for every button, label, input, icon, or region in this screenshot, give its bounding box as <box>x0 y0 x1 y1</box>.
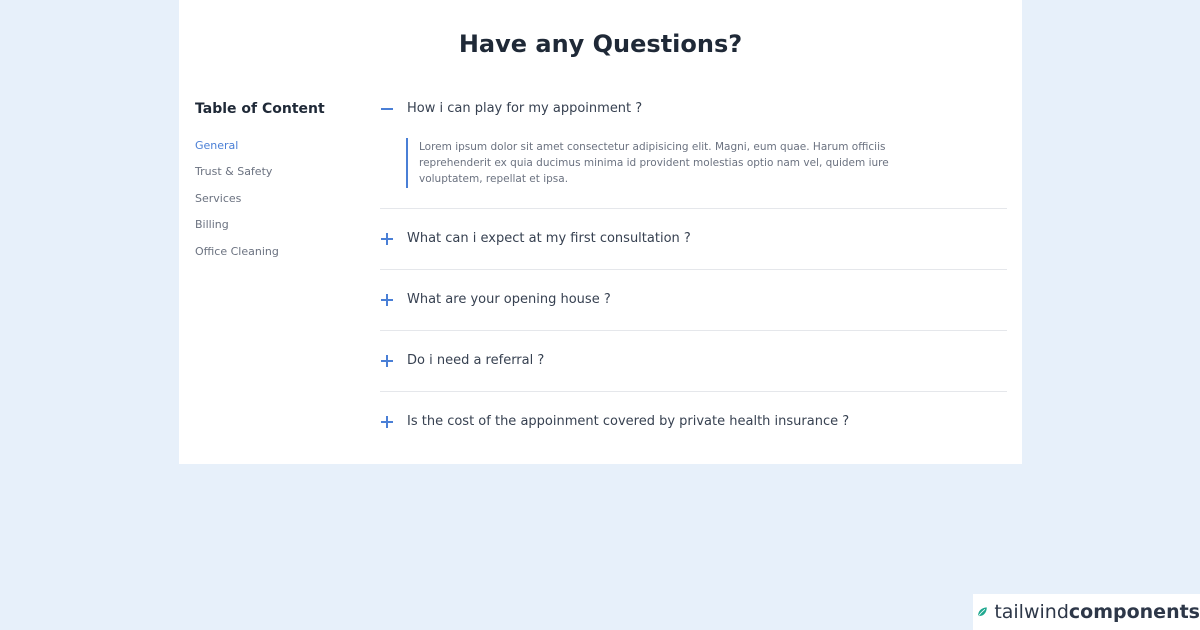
faq-question: What are your opening house ? <box>407 292 611 307</box>
faq-accordion: How i can play for my appoinment ? Lorem… <box>380 87 1007 444</box>
toc-item-trust-safety[interactable]: Trust & Safety <box>195 164 365 190</box>
toc-item-services[interactable]: Services <box>195 191 365 217</box>
plus-icon <box>380 293 394 307</box>
faq-question-toggle[interactable]: How i can play for my appoinment ? <box>380 87 1007 131</box>
toc-item-billing[interactable]: Billing <box>195 217 365 243</box>
faq-item: Is the cost of the appoinment covered by… <box>380 400 1007 444</box>
brand-wordmark-light: tailwind <box>994 601 1069 623</box>
table-of-content: Table of Content General Trust & Safety … <box>195 98 365 270</box>
faq-question: What can i expect at my first consultati… <box>407 231 691 246</box>
faq-question: Do i need a referral ? <box>407 353 545 368</box>
faq-question-toggle[interactable]: Is the cost of the appoinment covered by… <box>380 400 1007 444</box>
toc-item-general[interactable]: General <box>195 138 365 164</box>
plus-icon <box>380 354 394 368</box>
plus-icon <box>380 232 394 246</box>
faq-item: Do i need a referral ? <box>380 339 1007 392</box>
brand-wordmark-bold: components <box>1068 601 1200 623</box>
faq-answer: Lorem ipsum dolor sit amet consectetur a… <box>406 138 899 188</box>
page-title: Have any Questions? <box>458 30 743 58</box>
minus-icon <box>380 102 394 116</box>
faq-question: How i can play for my appoinment ? <box>407 101 643 116</box>
faq-item: What are your opening house ? <box>380 278 1007 331</box>
toc-item-office-cleaning[interactable]: Office Cleaning <box>195 244 365 270</box>
tailwindcomponents-brand-link[interactable]: tailwindcomponents <box>973 594 1200 630</box>
faq-item: What can i expect at my first consultati… <box>380 217 1007 270</box>
faq-question: Is the cost of the appoinment covered by… <box>407 414 850 429</box>
faq-question-toggle[interactable]: What are your opening house ? <box>380 278 1007 322</box>
plus-icon <box>380 415 394 429</box>
brand-wordmark: tailwindcomponents <box>994 600 1200 624</box>
toc-heading: Table of Content <box>195 101 325 117</box>
faq-card: Have any Questions? Table of Content Gen… <box>179 0 1022 464</box>
toc-list: General Trust & Safety Services Billing … <box>195 138 365 270</box>
faq-item: How i can play for my appoinment ? Lorem… <box>380 87 1007 209</box>
leaf-logo-icon <box>977 607 987 618</box>
faq-question-toggle[interactable]: What can i expect at my first consultati… <box>380 217 1007 261</box>
faq-question-toggle[interactable]: Do i need a referral ? <box>380 339 1007 383</box>
